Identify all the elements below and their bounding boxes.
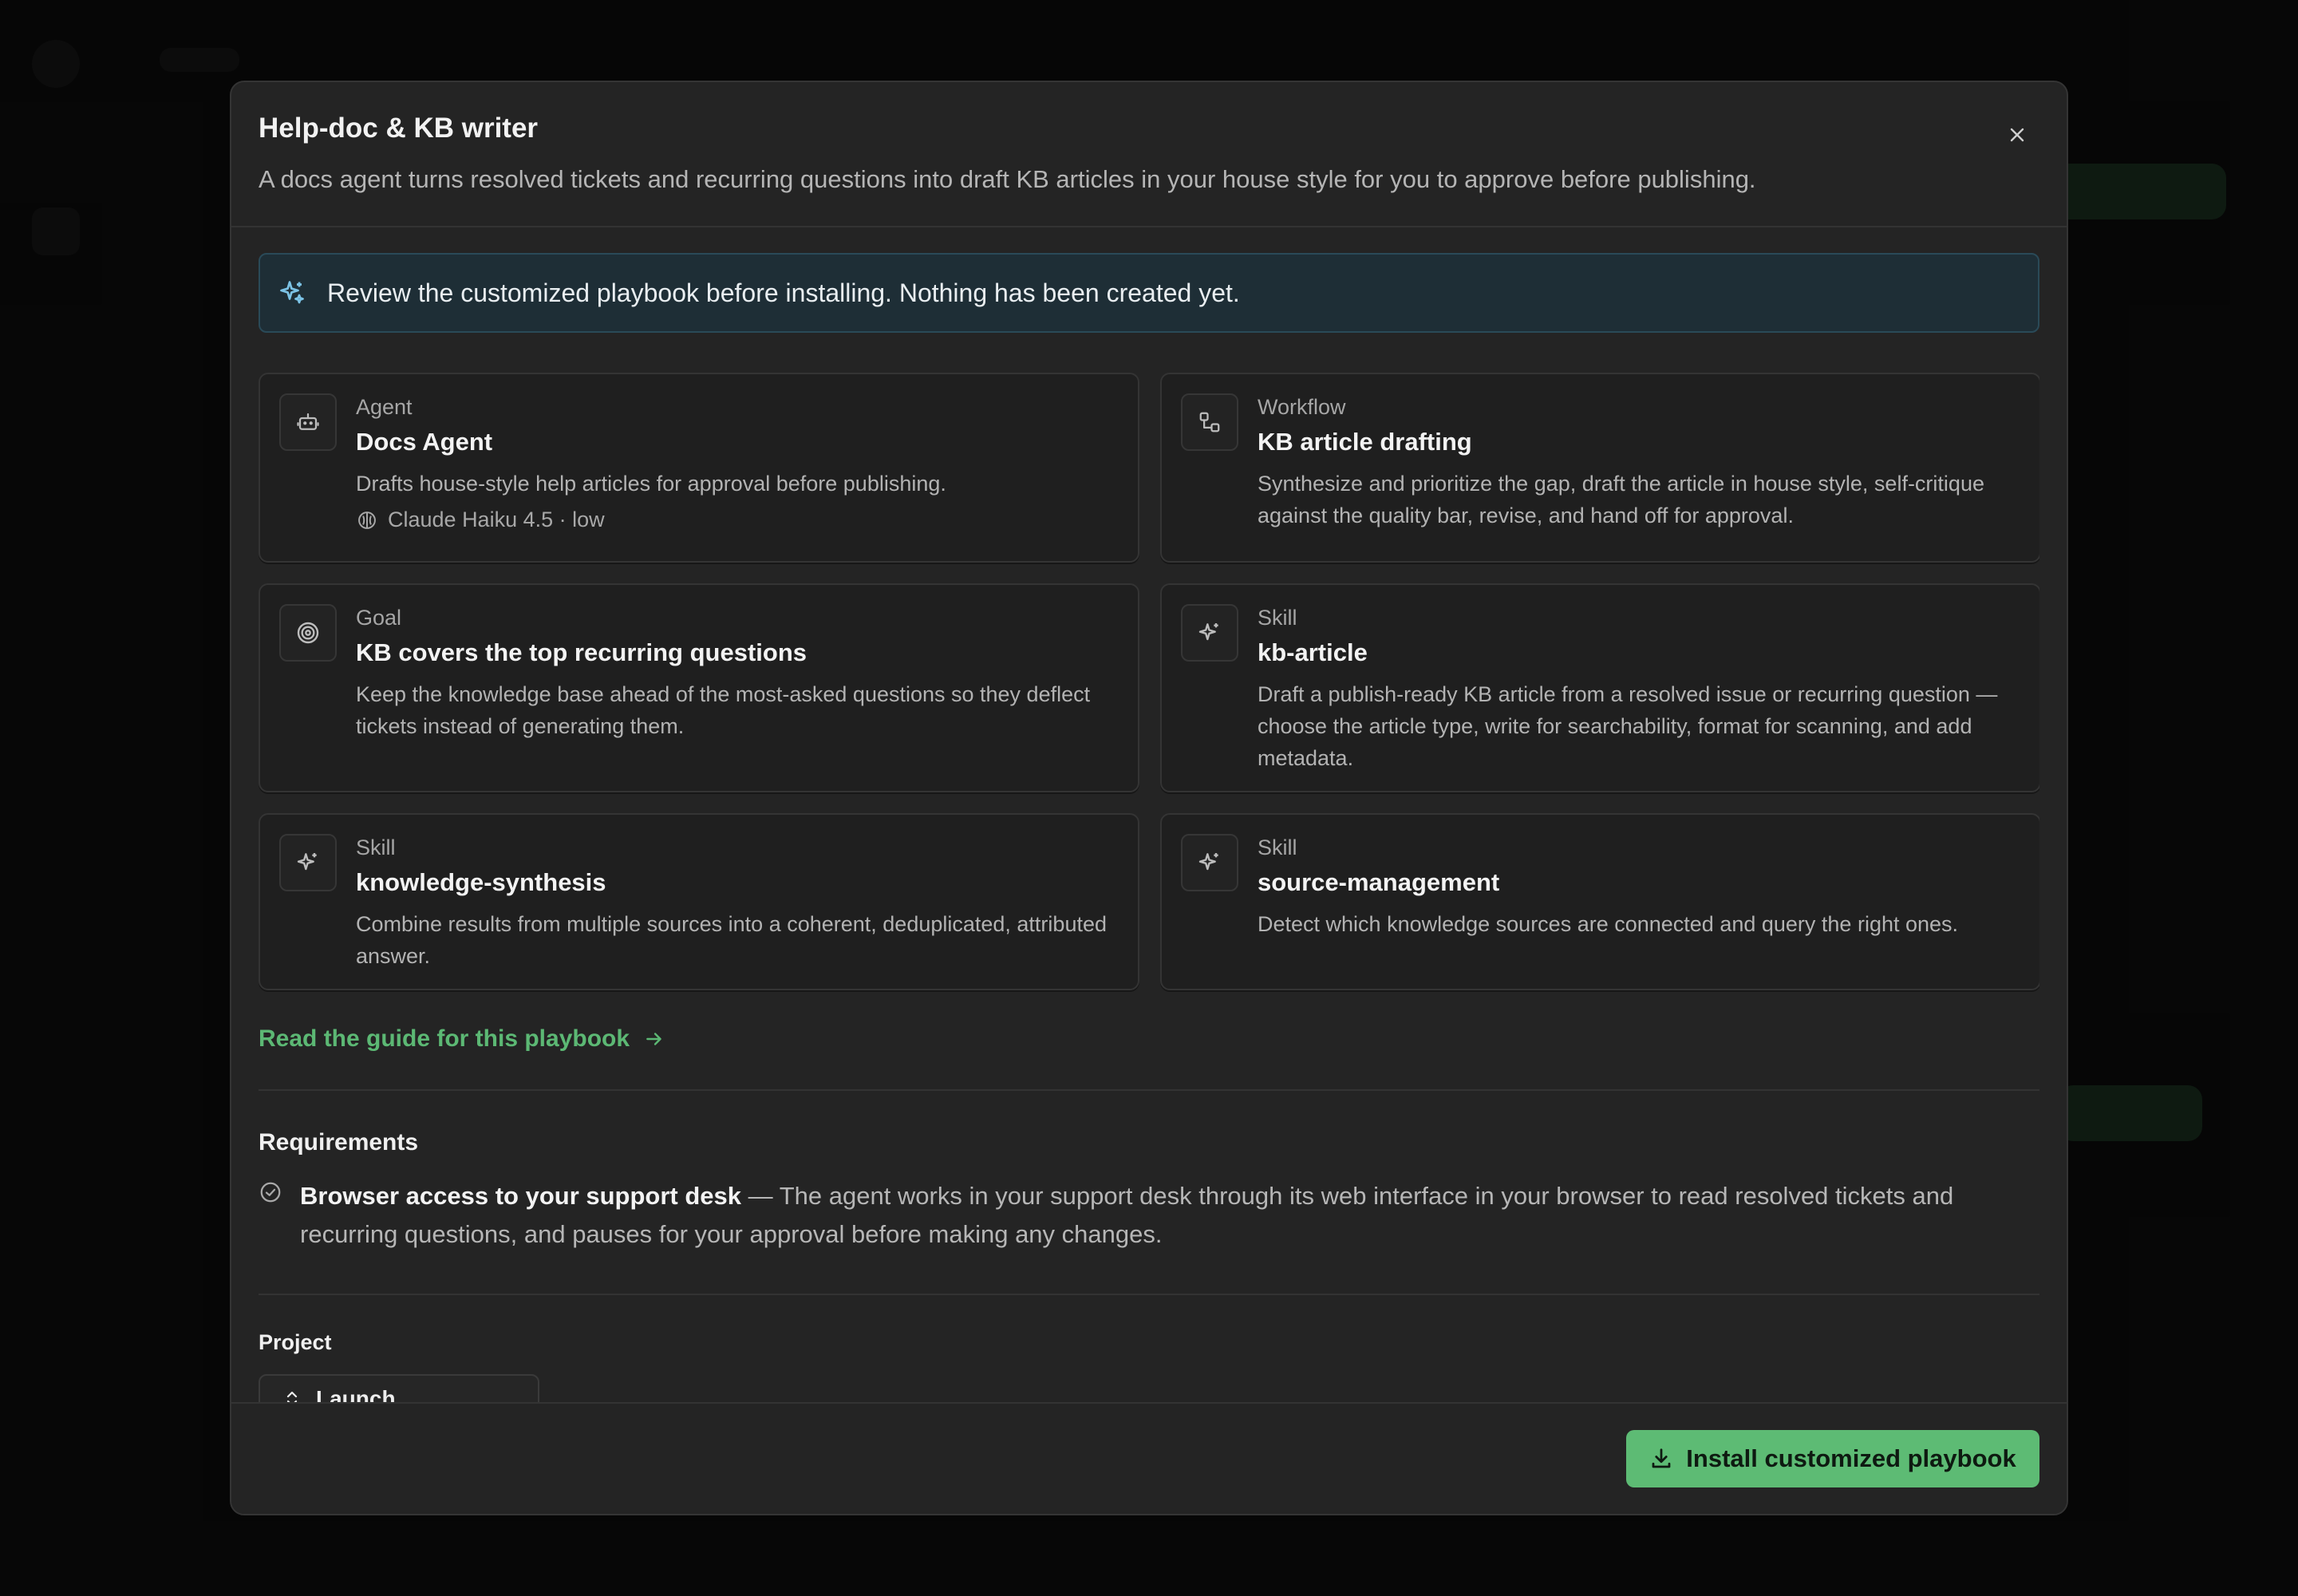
model-label: Claude Haiku 4.5 · low (388, 508, 605, 531)
card-description: Combine results from multiple sources in… (356, 912, 1107, 968)
workflow-icon (1181, 393, 1238, 451)
card-type: Agent (356, 395, 413, 419)
card-skill-kb-article: Skill kb-article Draft a publish-ready K… (1160, 583, 2039, 792)
card-workflow: Workflow KB article drafting Synthesize … (1160, 373, 2039, 563)
card-description: Draft a publish-ready KB article from a … (1258, 682, 1998, 770)
download-icon (1652, 1448, 1671, 1468)
sparkle-icon (279, 834, 337, 891)
card-description: Drafts house-style help articles for app… (356, 472, 946, 496)
project-selected-value: Launch (316, 1386, 396, 1402)
review-notice: Review the customized playbook before in… (259, 253, 2039, 333)
card-skill-source-management: Skill source-management Detect which kno… (1160, 813, 2039, 990)
notice-text: Review the customized playbook before in… (327, 278, 1240, 307)
card-type: Skill (356, 836, 396, 859)
requirement-item: Browser access to your support desk — Th… (259, 1177, 2039, 1254)
install-playbook-button[interactable]: Install customized playbook (1626, 1430, 2039, 1487)
playbook-items-grid: Agent Docs Agent Drafts house-style help… (259, 373, 2039, 990)
playbook-install-dialog: Help-doc & KB writer A docs agent turns … (230, 81, 2068, 1515)
card-type: Workflow (1258, 395, 1346, 419)
card-title: knowledge-synthesis (356, 868, 606, 896)
card-type: Skill (1258, 836, 1297, 859)
guide-link-label: Read the guide for this playbook (259, 1025, 630, 1052)
close-icon (2010, 128, 2024, 142)
model-info: Claude Haiku 4.5 · low (356, 508, 1115, 532)
requirement-text: Browser access to your support desk — Th… (300, 1177, 2039, 1254)
card-title: KB covers the top recurring questions (356, 638, 807, 666)
card-title: Docs Agent (356, 428, 493, 456)
dialog-header: Help-doc & KB writer A docs agent turns … (231, 82, 2067, 227)
card-description: Detect which knowledge sources are conne… (1258, 912, 1959, 936)
card-title: kb-article (1258, 638, 1368, 666)
card-goal: Goal KB covers the top recurring questio… (259, 583, 1139, 792)
robot-icon (279, 393, 337, 451)
project-label: Project (259, 1330, 332, 1354)
requirement-title: Browser access to your support desk (300, 1182, 742, 1210)
sparkle-icon (1181, 834, 1238, 891)
card-type: Skill (1258, 606, 1297, 630)
requirements-heading: Requirements (259, 1129, 419, 1156)
card-title: KB article drafting (1258, 428, 1472, 456)
card-skill-knowledge-synthesis: Skill knowledge-synthesis Combine result… (259, 813, 1139, 990)
project-select[interactable]: Launch (259, 1374, 539, 1402)
divider (259, 1294, 2039, 1295)
arrow-right-icon (646, 1033, 661, 1045)
card-title: source-management (1258, 868, 1500, 896)
target-icon (279, 604, 337, 662)
read-guide-link[interactable]: Read the guide for this playbook (259, 1025, 665, 1053)
chevron-up-down-icon (286, 1391, 298, 1402)
install-button-label: Install customized playbook (1686, 1444, 2016, 1472)
brain-icon (358, 511, 376, 529)
dialog-subtitle: A docs agent turns resolved tickets and … (259, 165, 1756, 193)
dialog-footer: Install customized playbook (231, 1402, 2067, 1514)
check-circle-icon (260, 1182, 281, 1203)
dialog-title: Help-doc & KB writer (259, 113, 539, 144)
sparkle-icon (278, 279, 306, 307)
card-type: Goal (356, 606, 402, 630)
divider (259, 1089, 2039, 1091)
card-agent: Agent Docs Agent Drafts house-style help… (259, 373, 1139, 563)
dialog-body[interactable]: Review the customized playbook before in… (259, 253, 2039, 1402)
sparkle-icon (1181, 604, 1238, 662)
card-description: Keep the knowledge base ahead of the mos… (356, 682, 1091, 738)
close-button[interactable] (2000, 117, 2035, 152)
card-description: Synthesize and prioritize the gap, draft… (1258, 472, 1984, 527)
